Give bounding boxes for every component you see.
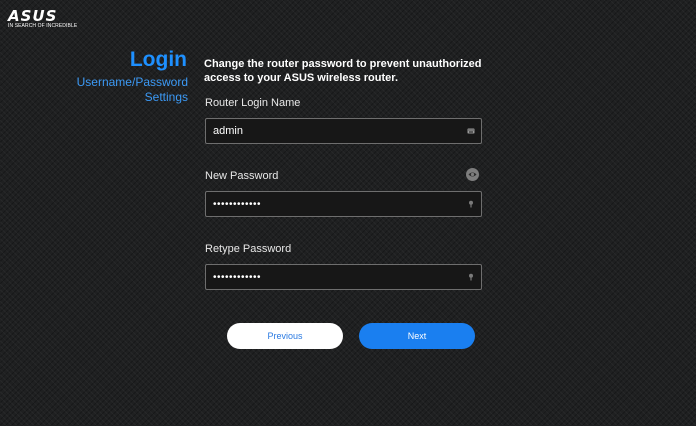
logo-tagline: IN SEARCH OF INCREDIBLE bbox=[8, 23, 78, 29]
new-password-input[interactable] bbox=[213, 192, 453, 216]
next-button[interactable]: Next bbox=[359, 323, 475, 349]
page-subtitle: Username/Password Settings bbox=[76, 75, 188, 104]
retype-password-input[interactable] bbox=[213, 265, 453, 289]
eye-icon[interactable] bbox=[466, 168, 479, 181]
keyboard-icon bbox=[467, 128, 475, 134]
retype-password-label: Retype Password bbox=[205, 243, 292, 255]
key-icon bbox=[469, 273, 473, 281]
new-password-label: New Password bbox=[205, 170, 279, 182]
new-password-field bbox=[205, 191, 482, 217]
instruction-heading: Change the router password to prevent un… bbox=[204, 58, 482, 84]
router-login-name-label: Router Login Name bbox=[205, 97, 301, 109]
logo-text: ASUS bbox=[8, 7, 58, 25]
retype-password-field bbox=[205, 264, 482, 290]
router-login-name-field bbox=[205, 118, 482, 144]
asus-logo: ASUS IN SEARCH OF INCREDIBLE bbox=[8, 7, 78, 33]
previous-button[interactable]: Previous bbox=[227, 323, 343, 349]
page-title: Login bbox=[129, 48, 187, 71]
router-login-name-input[interactable] bbox=[213, 119, 453, 143]
key-icon bbox=[469, 200, 473, 208]
